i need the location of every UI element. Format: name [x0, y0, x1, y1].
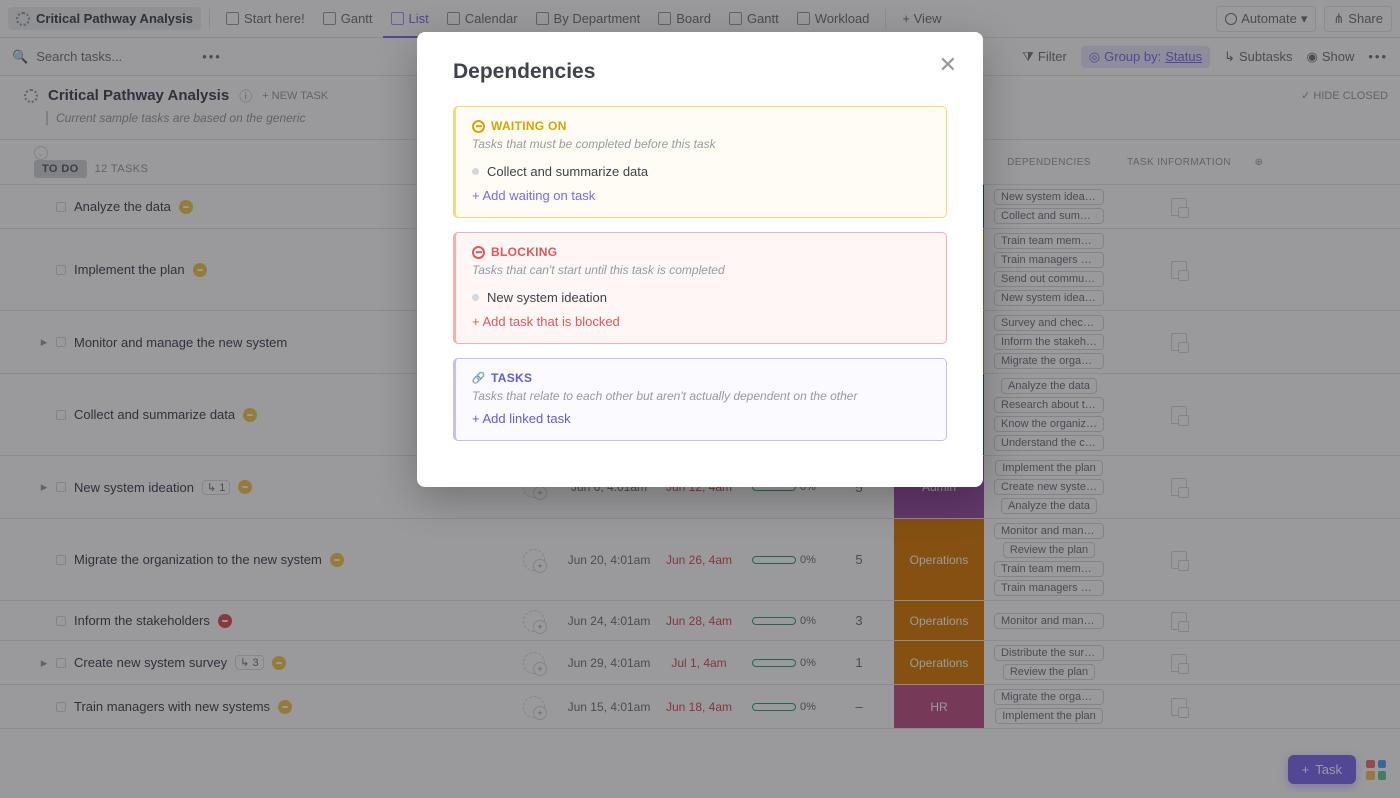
dependencies-modal: ✕ Dependencies WAITING ON Tasks that mus…: [417, 32, 983, 487]
dependency-item[interactable]: New system ideation: [472, 285, 930, 310]
status-dot-icon: [472, 168, 479, 175]
linked-tasks-card: TASKS Tasks that relate to each other bu…: [453, 358, 947, 441]
modal-overlay[interactable]: ✕ Dependencies WAITING ON Tasks that mus…: [0, 0, 1400, 798]
waiting-on-card: WAITING ON Tasks that must be completed …: [453, 106, 947, 218]
dependency-item[interactable]: Collect and summarize data: [472, 159, 930, 184]
add-linked-task-button[interactable]: + Add linked task: [472, 411, 930, 426]
add-blocking-task-button[interactable]: + Add task that is blocked: [472, 314, 930, 329]
link-icon: [472, 372, 485, 385]
blocking-icon: [472, 246, 485, 259]
modal-title: Dependencies: [453, 60, 947, 84]
close-icon[interactable]: ✕: [939, 54, 957, 76]
add-waiting-task-button[interactable]: + Add waiting on task: [472, 188, 930, 203]
status-dot-icon: [472, 294, 479, 301]
waiting-icon: [472, 120, 485, 133]
blocking-card: BLOCKING Tasks that can't start until th…: [453, 232, 947, 344]
